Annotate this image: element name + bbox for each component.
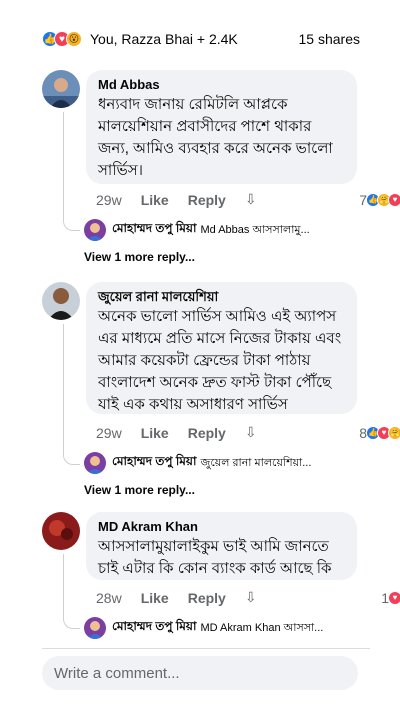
love-icon: ♥	[388, 590, 400, 605]
commenter-name[interactable]: MD Akram Khan	[98, 518, 345, 536]
avatar[interactable]	[84, 617, 106, 639]
shares-count[interactable]: 15 shares	[299, 31, 360, 47]
reply-button[interactable]: Reply	[188, 192, 226, 208]
reaction-summary[interactable]: 👍 ♥ 😮 You, Razza Bhai + 2.4K 15 shares	[42, 28, 360, 50]
like-button[interactable]: Like	[141, 590, 169, 606]
like-button[interactable]: Like	[141, 425, 169, 441]
reply-author[interactable]: মোহাম্মদ তপু মিয়া	[112, 220, 196, 240]
commenter-name[interactable]: Md Abbas	[98, 76, 345, 94]
like-button[interactable]: Like	[141, 192, 169, 208]
reply-preview[interactable]: মোহাম্মদ তপু মিয়া Md Abbas আসসালামু...	[84, 219, 359, 241]
comment-text: ধন্যবাদ জানায় রেমিটলি আপ্লকে মালয়েশিয়…	[98, 96, 333, 179]
view-more-replies-link[interactable]: View 1 more reply...	[84, 250, 195, 264]
reply-text: Md Abbas আসসালামু...	[200, 223, 310, 236]
reply-button[interactable]: Reply	[188, 425, 226, 441]
reply-author[interactable]: মোহাম্মদ তপু মিয়া	[112, 453, 196, 473]
avatar[interactable]	[42, 70, 80, 108]
comment-input[interactable]: Write a comment...	[42, 656, 358, 690]
comment-bubble: Md Abbas ধন্যবাদ জানায় রেমিটলি আপ্লকে ম…	[86, 70, 357, 184]
thread-line	[63, 324, 80, 465]
comment-bubble: MD Akram Khan আসসালামুয়ালাইকুম ভাই আমি …	[86, 512, 357, 580]
comment-actions: 29w Like Reply ⇩ 7 👍 🤗 ♥	[96, 191, 400, 208]
reaction-count[interactable]: 1 ♥	[381, 590, 400, 606]
comment-input-placeholder: Write a comment...	[54, 664, 180, 682]
reaction-count[interactable]: 8 👍 ♥ 🤗	[359, 425, 400, 441]
share-arrow-icon[interactable]: ⇩	[245, 589, 257, 606]
avatar[interactable]	[84, 452, 106, 474]
reaction-count[interactable]: 7 👍 🤗 ♥	[359, 192, 400, 208]
reply-text: জুয়েল রানা মালয়েশিয়া...	[200, 456, 312, 469]
comment-time[interactable]: 29w	[96, 192, 122, 208]
share-arrow-icon[interactable]: ⇩	[245, 191, 257, 208]
summary-reactions: 👍 ♥ 😮	[42, 31, 82, 47]
care-icon: 🤗	[388, 425, 400, 440]
reply-preview[interactable]: মোহাম্মদ তপু মিয়া MD Akram Khan আসসা...	[84, 617, 359, 639]
love-icon: ♥	[388, 192, 400, 207]
thread-line	[63, 112, 80, 231]
avatar[interactable]	[42, 282, 80, 320]
share-arrow-icon[interactable]: ⇩	[245, 424, 257, 441]
reply-text: MD Akram Khan আসসা...	[200, 621, 324, 634]
thread-line	[63, 554, 80, 629]
wow-icon: 😮	[66, 31, 82, 47]
reply-button[interactable]: Reply	[188, 590, 226, 606]
view-more-replies-link[interactable]: View 1 more reply...	[84, 483, 195, 497]
divider	[42, 648, 370, 649]
commenter-name[interactable]: জুয়েল রানা মালয়েশিয়া	[98, 288, 345, 306]
comment-text: আসসালামুয়ালাইকুম ভাই আমি জানতে চাই এটার…	[98, 538, 332, 577]
comment-time[interactable]: 29w	[96, 425, 122, 441]
comment-actions: 29w Like Reply ⇩ 8 👍 ♥ 🤗	[96, 424, 400, 441]
avatar[interactable]	[84, 219, 106, 241]
comment-time[interactable]: 28w	[96, 590, 122, 606]
reactors-text[interactable]: You, Razza Bhai + 2.4K	[90, 31, 238, 47]
reply-preview[interactable]: মোহাম্মদ তপু মিয়া জুয়েল রানা মালয়েশিয…	[84, 452, 359, 474]
avatar[interactable]	[42, 512, 80, 550]
reply-author[interactable]: মোহাম্মদ তপু মিয়া	[112, 618, 196, 638]
comment-text: অনেক ভালো সার্ভিস আমিও এই অ্যাপস এর মাধ্…	[98, 308, 342, 413]
comment-bubble: জুয়েল রানা মালয়েশিয়া অনেক ভালো সার্ভি…	[86, 282, 357, 414]
comment-actions: 28w Like Reply ⇩ 1 ♥	[96, 589, 400, 606]
